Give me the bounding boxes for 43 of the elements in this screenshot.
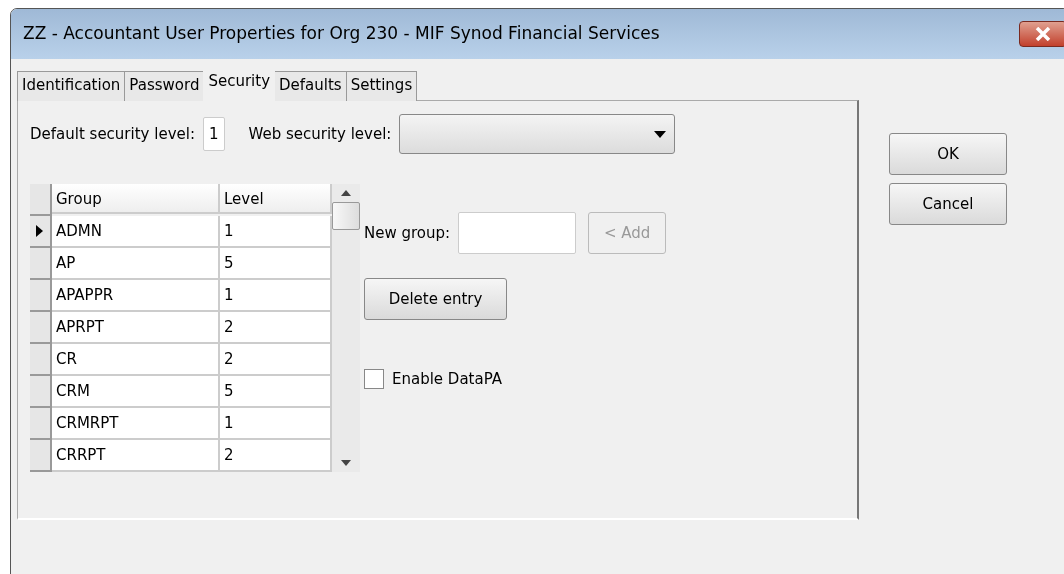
corner-header (30, 184, 52, 216)
field-label: Default security level: (30, 123, 195, 145)
default-security-level-field[interactable]: 1 (202, 117, 225, 151)
table-cell: CRRPT (52, 440, 220, 472)
field-label: New group: (364, 222, 451, 244)
new-group-field[interactable] (458, 212, 577, 254)
scroll-up-icon[interactable] (341, 190, 351, 196)
table-cell: APAPPR (52, 280, 220, 312)
checkbox[interactable] (364, 369, 384, 390)
close-button[interactable] (1019, 21, 1064, 47)
table-cell: CR (52, 344, 220, 376)
table-cell: 5 (220, 248, 332, 280)
tab[interactable]: Settings (345, 71, 418, 101)
table-cell: 2 (220, 312, 332, 344)
current-row-icon (36, 225, 43, 237)
table-cell: CRM (52, 376, 220, 408)
tab[interactable]: Identification (17, 71, 126, 101)
table-cell: AP (52, 248, 220, 280)
scroll-down-icon[interactable] (341, 460, 351, 466)
dialog-button[interactable]: OK (889, 133, 1007, 175)
dialog-button[interactable]: Cancel (889, 183, 1007, 225)
table-cell: 2 (220, 344, 332, 376)
row-header[interactable] (30, 216, 52, 248)
column-header: Group (52, 184, 220, 214)
delete-entry-button[interactable]: Delete entry (364, 278, 507, 320)
column-header: Level (220, 184, 332, 214)
tab[interactable]: Defaults (274, 71, 347, 101)
checkbox-label: Enable DataPA (392, 369, 503, 390)
table-cell: 1 (220, 280, 332, 312)
web-security-level-dropdown[interactable] (399, 114, 676, 154)
window-title: ZZ - Accountant User Properties for Org 230 - MIF Synod Financial Services (23, 22, 660, 46)
table-cell: 1 (220, 408, 332, 440)
scrollbar-thumb[interactable] (332, 202, 360, 230)
caret-icon (654, 130, 667, 138)
table-cell: 1 (220, 216, 332, 248)
table-cell: 5 (220, 376, 332, 408)
close-icon (1035, 27, 1051, 41)
table-cell: 2 (220, 440, 332, 472)
table-cell: ADMN (52, 216, 220, 248)
table-cell: CRMRPT (52, 408, 220, 440)
tab[interactable]: Password (124, 71, 205, 101)
table-cell: APRPT (52, 312, 220, 344)
field-label: Web security level: (248, 123, 392, 145)
